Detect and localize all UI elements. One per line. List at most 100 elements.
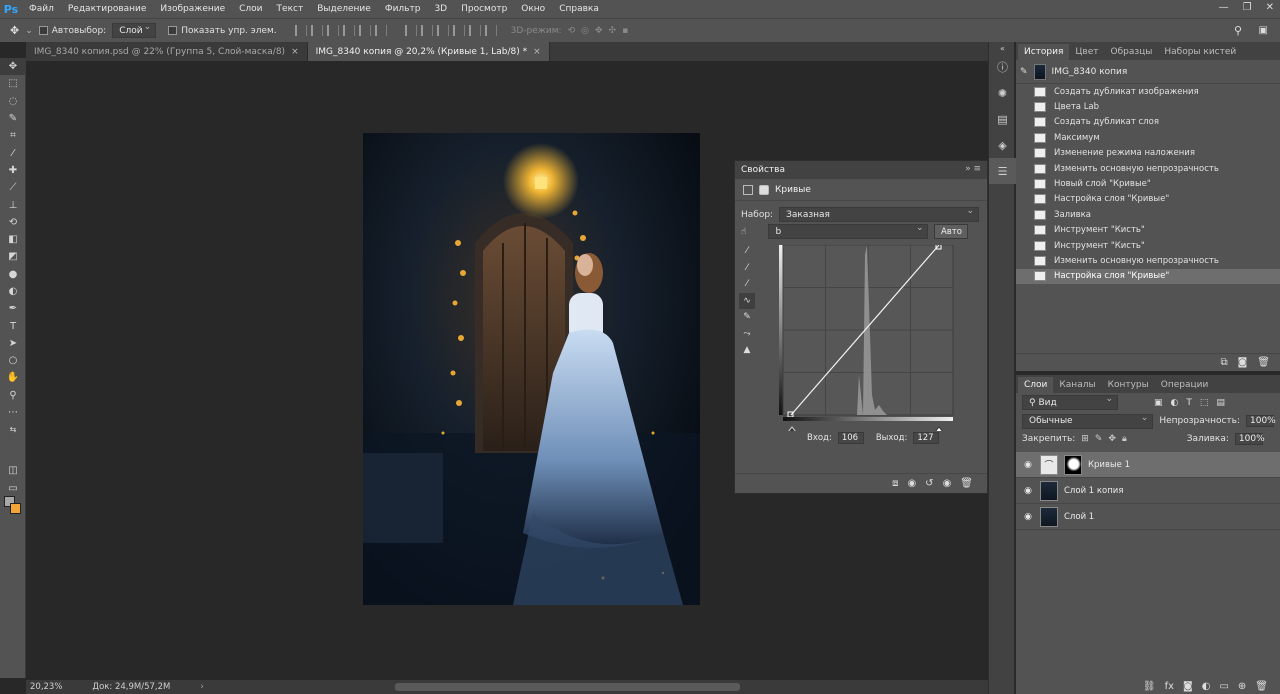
link-layers-icon[interactable]: ⛓ bbox=[1143, 681, 1156, 692]
align-left-icon[interactable] bbox=[342, 25, 355, 36]
lock-transparent-icon[interactable]: ⊞ bbox=[1081, 434, 1089, 444]
horizontal-scrollbar[interactable] bbox=[395, 683, 740, 691]
status-menu-icon[interactable]: › bbox=[200, 682, 203, 692]
reset-icon[interactable]: ↺ bbox=[925, 478, 933, 489]
add-style-icon[interactable]: fx bbox=[1165, 681, 1174, 692]
clipping-warning-icon[interactable]: ▲ bbox=[739, 342, 755, 359]
menu-edit[interactable]: Редактирование bbox=[61, 4, 154, 14]
input-value-field[interactable]: 106 bbox=[837, 432, 864, 444]
swap-colors-icon[interactable]: ⇆ bbox=[0, 421, 26, 438]
strip-collapse-icon[interactable]: « bbox=[989, 42, 1016, 54]
autoselect-checkbox[interactable]: Автовыбор: bbox=[38, 26, 106, 36]
clip-to-layer-icon[interactable]: ⧈ bbox=[892, 478, 898, 489]
history-item[interactable]: Цвета Lab bbox=[1016, 99, 1280, 114]
output-value-field[interactable]: 127 bbox=[913, 432, 940, 444]
history-item[interactable]: Создать дубликат изображения bbox=[1016, 84, 1280, 99]
menu-help[interactable]: Справка bbox=[552, 4, 606, 14]
curves-graph[interactable] bbox=[779, 245, 955, 431]
menu-view[interactable]: Просмотр bbox=[454, 4, 514, 14]
new-layer-icon[interactable]: ⊕ bbox=[1238, 681, 1246, 692]
distribute-right-icon[interactable] bbox=[484, 25, 497, 36]
white-point-eyedropper-icon[interactable]: ⁄ bbox=[739, 276, 755, 293]
new-adjustment-icon[interactable]: ◐ bbox=[1202, 681, 1211, 692]
adjustments-icon[interactable]: ✺ bbox=[989, 80, 1016, 106]
history-item[interactable]: Настройка слоя "Кривые" bbox=[1016, 268, 1280, 285]
history-brush-tool-icon[interactable]: ⟲ bbox=[0, 214, 26, 231]
distribute-bottom-icon[interactable] bbox=[436, 25, 449, 36]
history-item[interactable]: Заливка bbox=[1016, 207, 1280, 222]
tab-actions[interactable]: Операции bbox=[1155, 377, 1215, 393]
background-color-swatch[interactable] bbox=[10, 503, 21, 514]
visibility-icon[interactable]: ◉ bbox=[943, 478, 952, 489]
delete-icon[interactable]: 🗑 bbox=[960, 478, 973, 489]
pencil-icon[interactable]: ✎ bbox=[739, 309, 755, 326]
zoom-tool-icon[interactable]: ⚲ bbox=[0, 387, 26, 404]
new-group-icon[interactable]: ▭ bbox=[1219, 681, 1228, 692]
show-controls-checkbox[interactable]: Показать упр. элем. bbox=[168, 26, 277, 36]
lasso-tool-icon[interactable]: ◌ bbox=[0, 93, 26, 110]
filter-adjustment-icon[interactable]: ◐ bbox=[1171, 398, 1179, 408]
layer-row[interactable]: ◉ Слой 1 bbox=[1016, 504, 1280, 530]
eraser-tool-icon[interactable]: ◧ bbox=[0, 231, 26, 248]
black-point-eyedropper-icon[interactable]: ⁄ bbox=[739, 243, 755, 260]
fill-value[interactable]: 100% bbox=[1234, 433, 1265, 445]
smooth-icon[interactable]: ⤳ bbox=[739, 326, 755, 343]
screen-mode-icon[interactable]: ▭ bbox=[0, 480, 26, 497]
3d-rotate-icon[interactable]: ⟲ bbox=[568, 26, 576, 36]
minimize-button[interactable]: — bbox=[1219, 2, 1229, 13]
visibility-eye-icon[interactable]: ◉ bbox=[1022, 486, 1034, 496]
new-snapshot-icon[interactable]: ◙ bbox=[1238, 357, 1248, 368]
opacity-value[interactable]: 100% bbox=[1246, 415, 1276, 427]
tab-document-2[interactable]: IMG_8340 копия @ 20,2% (Кривые 1, Lab/8)… bbox=[307, 42, 550, 61]
tab-brush-presets[interactable]: Наборы кистей bbox=[1158, 44, 1242, 60]
info-icon[interactable]: ⓘ bbox=[989, 54, 1016, 80]
distribute-vcenter-icon[interactable] bbox=[420, 25, 433, 36]
tab-channels[interactable]: Каналы bbox=[1053, 377, 1101, 393]
shape-tool-icon[interactable]: ○ bbox=[0, 352, 26, 369]
history-item[interactable]: Новый слой "Кривые" bbox=[1016, 176, 1280, 191]
more-tools-icon[interactable]: ⋯ bbox=[0, 404, 26, 421]
hand-tool-icon[interactable]: ✋ bbox=[0, 369, 26, 386]
menu-window[interactable]: Окно bbox=[514, 4, 552, 14]
layer-filter-dropdown[interactable]: ⚲ Вид bbox=[1022, 394, 1118, 410]
close-icon[interactable]: × bbox=[533, 47, 541, 57]
lock-image-icon[interactable]: ✎ bbox=[1095, 434, 1103, 444]
type-tool-icon[interactable]: T bbox=[0, 317, 26, 334]
blend-mode-dropdown[interactable]: Обычные bbox=[1022, 413, 1154, 429]
history-item[interactable]: Изменение режима наложения bbox=[1016, 146, 1280, 161]
curve-points-icon[interactable]: ∿ bbox=[739, 292, 755, 309]
move-tool-icon[interactable]: ✥ bbox=[10, 24, 19, 37]
zoom-level[interactable]: 20,23% bbox=[30, 682, 62, 692]
history-item[interactable]: Инструмент "Кисть" bbox=[1016, 223, 1280, 238]
autoselect-dropdown[interactable]: Слой bbox=[112, 22, 157, 38]
crop-tool-icon[interactable]: ⌗ bbox=[0, 127, 26, 144]
tab-paths[interactable]: Контуры bbox=[1102, 377, 1155, 393]
document-image[interactable] bbox=[363, 133, 700, 605]
visibility-eye-icon[interactable]: ◉ bbox=[1022, 512, 1034, 522]
align-top-icon[interactable] bbox=[294, 25, 307, 36]
tab-layers[interactable]: Слои bbox=[1018, 377, 1054, 393]
channel-dropdown[interactable]: b bbox=[768, 223, 929, 239]
layer-row[interactable]: ◉ Слой 1 копия bbox=[1016, 478, 1280, 504]
tab-document-1[interactable]: IMG_8340 копия.psd @ 22% (Группа 5, Слой… bbox=[26, 42, 308, 61]
close-window-button[interactable]: ✕ bbox=[1266, 2, 1274, 13]
healing-tool-icon[interactable]: ✚ bbox=[0, 162, 26, 179]
path-select-tool-icon[interactable]: ➤ bbox=[0, 335, 26, 352]
history-item[interactable]: Создать дубликат слоя bbox=[1016, 115, 1280, 130]
delete-state-icon[interactable]: 🗑 bbox=[1257, 357, 1270, 368]
search-icon[interactable]: ⚲ bbox=[1234, 24, 1242, 37]
pen-tool-icon[interactable]: ✒ bbox=[0, 300, 26, 317]
3d-roll-icon[interactable]: ◎ bbox=[581, 26, 589, 36]
history-snapshot[interactable]: ✎ IMG_8340 копия bbox=[1016, 60, 1280, 84]
workspace-icon[interactable]: ▣ bbox=[1259, 25, 1268, 36]
delete-layer-icon[interactable]: 🗑 bbox=[1255, 681, 1268, 692]
layer-row[interactable]: ◉ ⌒ Кривые 1 bbox=[1016, 452, 1280, 478]
history-item[interactable]: Инструмент "Кисть" bbox=[1016, 238, 1280, 253]
curves-adjustment-icon[interactable] bbox=[743, 184, 753, 195]
menu-select[interactable]: Выделение bbox=[310, 4, 378, 14]
align-right-icon[interactable] bbox=[374, 25, 387, 36]
3d-pan-icon[interactable]: ✥ bbox=[595, 26, 603, 36]
menu-image[interactable]: Изображение bbox=[153, 4, 232, 14]
quick-mask-icon[interactable]: ◫ bbox=[0, 462, 26, 479]
collapse-icon[interactable]: » ≡ bbox=[965, 164, 981, 174]
